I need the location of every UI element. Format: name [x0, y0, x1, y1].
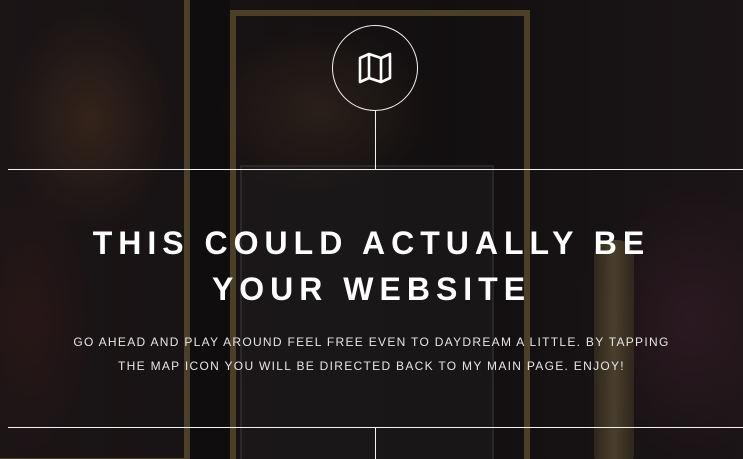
subtext-line-1: GO AHEAD AND PLAY AROUND FEEL FREE EVEN …: [73, 335, 670, 349]
bottom-connector-line: [375, 427, 376, 459]
top-divider-line: [8, 169, 743, 170]
map-button[interactable]: [332, 25, 418, 111]
page-headline: THIS COULD ACTUALLY BE YOUR WEBSITE: [0, 220, 743, 312]
subtext-line-2: THE MAP ICON YOU WILL BE DIRECTED BACK T…: [118, 359, 625, 373]
map-icon: [358, 52, 392, 84]
headline-line-2: YOUR WEBSITE: [211, 271, 532, 307]
top-connector-line: [375, 111, 376, 169]
headline-line-1: THIS COULD ACTUALLY BE: [92, 225, 651, 261]
page-subtext: GO AHEAD AND PLAY AROUND FEEL FREE EVEN …: [30, 330, 713, 378]
